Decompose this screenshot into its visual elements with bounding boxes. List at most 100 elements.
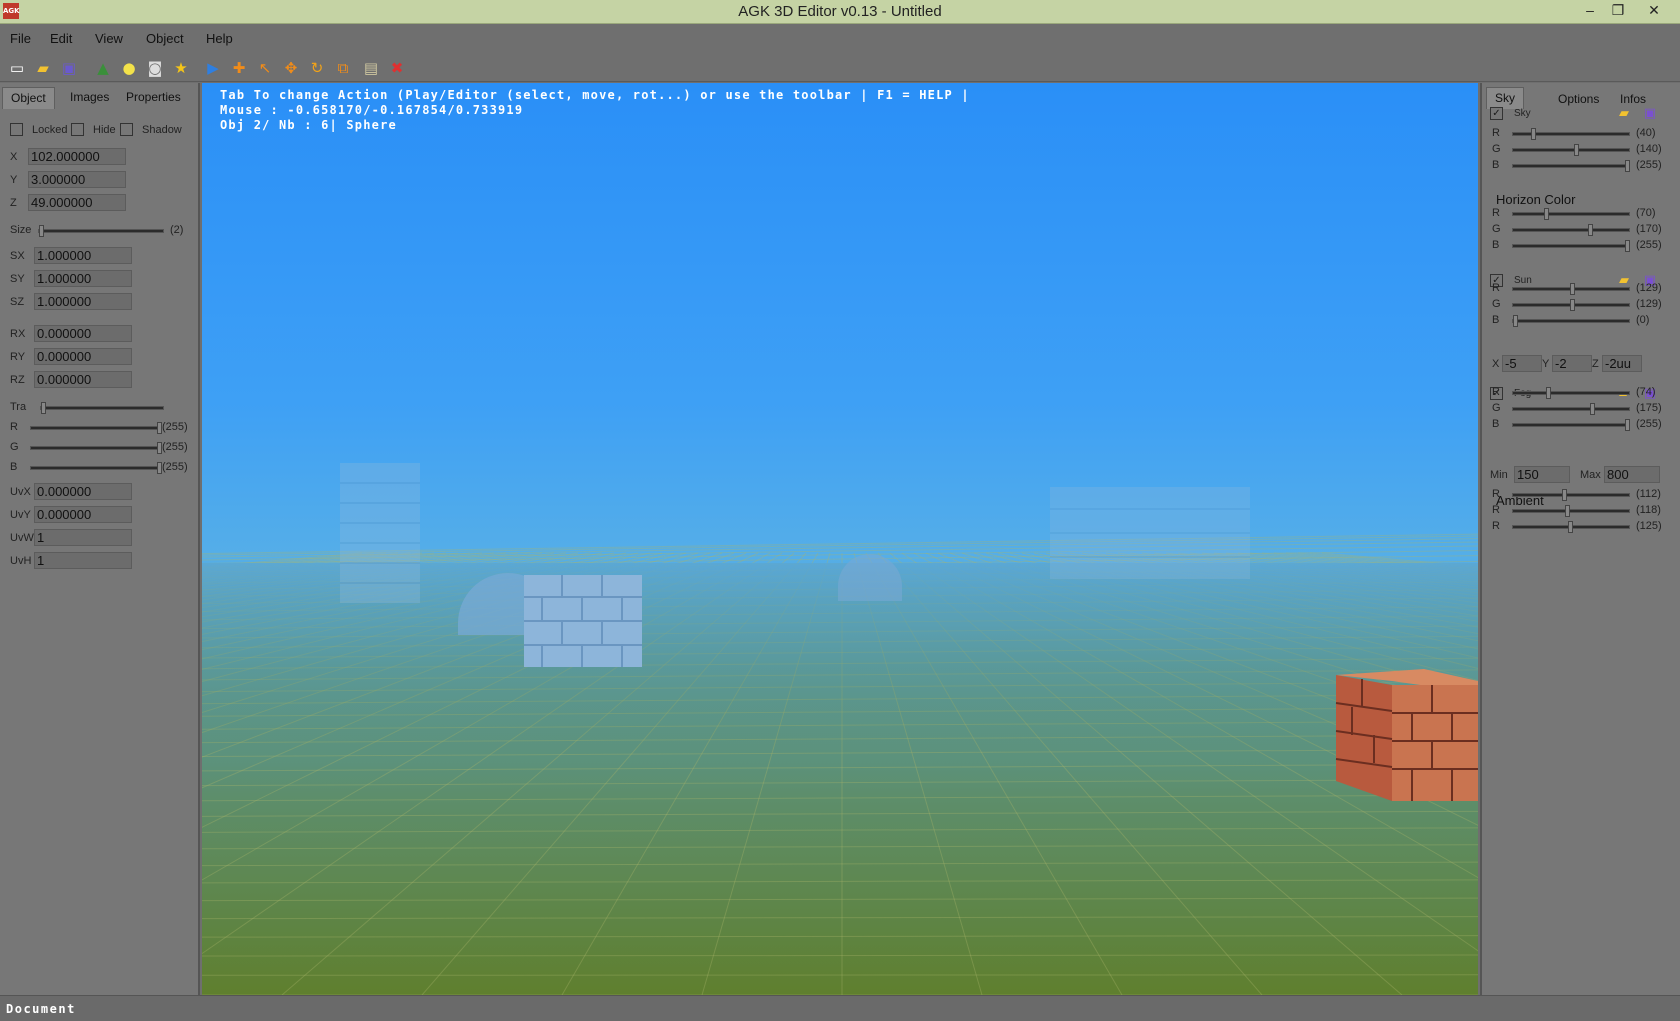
tab-properties[interactable]: Properties [118,87,189,109]
sun-z-field[interactable]: -2uu [1602,355,1642,372]
x-field[interactable]: 102.000000 [28,148,126,165]
y-field[interactable]: 3.000000 [28,171,126,188]
rx-field[interactable]: 0.000000 [34,325,132,342]
scene-canvas[interactable] [202,83,1478,995]
add-object-icon[interactable]: ✚ [228,57,250,79]
image-icon[interactable]: ▤ [360,57,382,79]
fog-channel-slider[interactable] [1512,403,1630,415]
new-file-icon[interactable]: ▭ [6,57,28,79]
sky-channel-slider[interactable] [1512,144,1630,156]
uvx-field[interactable]: 0.000000 [34,483,132,500]
hide-checkbox[interactable] [71,123,84,136]
ambient-channel-slider-thumb[interactable] [1565,505,1570,517]
color-r-slider[interactable] [30,422,162,434]
menu-edit[interactable]: Edit [50,31,72,46]
z-field[interactable]: 49.000000 [28,194,126,211]
restore-button[interactable]: ❐ [1604,0,1632,22]
save-icon[interactable]: ▣ [1642,107,1658,121]
ambient-channel-slider-thumb[interactable] [1568,521,1573,533]
delete-icon[interactable]: ✖ [386,57,408,79]
sy-field[interactable]: 1.000000 [34,270,132,287]
sky-channel-slider-thumb[interactable] [1574,144,1579,156]
ambient-channel-slider[interactable] [1512,489,1630,501]
mouse-coordinates: Mouse : -0.658170/-0.167854/0.733919 [220,103,524,117]
sky-channel-slider[interactable] [1512,128,1630,140]
move-icon[interactable]: ✥ [280,57,302,79]
fog-channel-slider[interactable] [1512,419,1630,431]
horizon-channel-slider[interactable] [1512,224,1630,236]
horizon-channel-slider[interactable] [1512,208,1630,220]
shadow-checkbox[interactable] [120,123,133,136]
fog-channel-slider-thumb[interactable] [1625,419,1630,431]
uvw-field[interactable]: 1 [34,529,132,546]
ambient-channel-slider[interactable] [1512,505,1630,517]
color-g-slider[interactable] [30,442,162,454]
ry-field[interactable]: 0.000000 [34,348,132,365]
uvh-field[interactable]: 1 [34,552,132,569]
ambient-channel-slider-thumb[interactable] [1562,489,1567,501]
3d-viewport[interactable]: Tab To change Action (Play/Editor (selec… [202,83,1478,995]
fog-channel-slider-thumb[interactable] [1546,387,1551,399]
horizon-channel-slider[interactable] [1512,240,1630,252]
minimize-button[interactable]: – [1576,0,1604,22]
sun-channel-slider[interactable] [1512,283,1630,295]
fog-channel-value: (175) [1636,402,1662,414]
sun-channel-slider[interactable] [1512,315,1630,327]
sun-y-field[interactable]: -2 [1552,355,1592,372]
sky-checkbox[interactable]: ✓ [1490,107,1503,120]
sun-x-field[interactable]: -5 [1502,355,1542,372]
title-bar: AGK AGK 3D Editor v0.13 - Untitled – ❐ ✕ [0,0,1680,24]
menu-object[interactable]: Object [146,31,184,46]
tab-options[interactable]: Options [1550,89,1607,111]
menu-help[interactable]: Help [206,31,233,46]
sun-channel-slider-thumb[interactable] [1513,315,1518,327]
locked-checkbox[interactable] [10,123,23,136]
sky-channel-slider-thumb[interactable] [1625,160,1630,172]
sun-channel-slider[interactable] [1512,299,1630,311]
fog-min-field[interactable]: 150 [1514,466,1570,483]
horizon-channel-slider-thumb[interactable] [1544,208,1549,220]
horizon-channel-value: (70) [1636,207,1656,219]
transparency-slider[interactable] [40,402,164,414]
ambient-channel-label: R [1492,520,1500,532]
horizon-channel-slider-thumb[interactable] [1625,240,1630,252]
scale-icon[interactable]: ⧉ [332,57,354,79]
ambient-channel-slider[interactable] [1512,521,1630,533]
uvy-field[interactable]: 0.000000 [34,506,132,523]
tab-sky[interactable]: Sky [1486,87,1525,109]
sun-channel-slider-thumb[interactable] [1570,299,1575,311]
sky-channel-slider-thumb[interactable] [1531,128,1536,140]
open-folder-icon[interactable]: ▰ [32,57,54,79]
horizon-channel-slider-thumb[interactable] [1588,224,1593,236]
sun-channel-slider-thumb[interactable] [1570,283,1575,295]
menu-view[interactable]: View [95,31,123,46]
sz-field[interactable]: 1.000000 [34,293,132,310]
horizon-channel-value: (255) [1636,239,1662,251]
brick-cube-blue [524,575,642,667]
star-icon[interactable]: ★ [170,57,192,79]
sx-field[interactable]: 1.000000 [34,247,132,264]
size-slider[interactable] [38,225,164,237]
save-icon[interactable]: ▣ [58,57,80,79]
sky-channel-slider[interactable] [1512,160,1630,172]
transparency-slider-thumb[interactable] [41,402,46,414]
open-folder-icon[interactable]: ▰ [1616,107,1632,121]
open-folder-icon[interactable]: ▰ [1616,274,1632,288]
light-bulb-icon[interactable]: ● [118,57,140,79]
play-icon[interactable]: ▶ [202,57,224,79]
size-slider-thumb[interactable] [39,225,44,237]
rz-field[interactable]: 0.000000 [34,371,132,388]
fog-channel-slider-thumb[interactable] [1590,403,1595,415]
terrain-icon[interactable]: ▲ [92,57,114,79]
close-button[interactable]: ✕ [1640,0,1668,22]
color-b-slider[interactable] [30,462,162,474]
fog-channel-slider[interactable] [1512,387,1630,399]
rotate-icon[interactable]: ↻ [306,57,328,79]
tab-object[interactable]: Object [2,87,55,109]
tab-images[interactable]: Images [62,87,117,109]
fog-max-field[interactable]: 800 [1604,466,1660,483]
menu-file[interactable]: File [10,31,31,46]
select-arrow-icon[interactable]: ↖ [254,57,276,79]
camera-icon[interactable]: ◙ [144,57,166,79]
sky-channel-label: B [1492,159,1500,171]
